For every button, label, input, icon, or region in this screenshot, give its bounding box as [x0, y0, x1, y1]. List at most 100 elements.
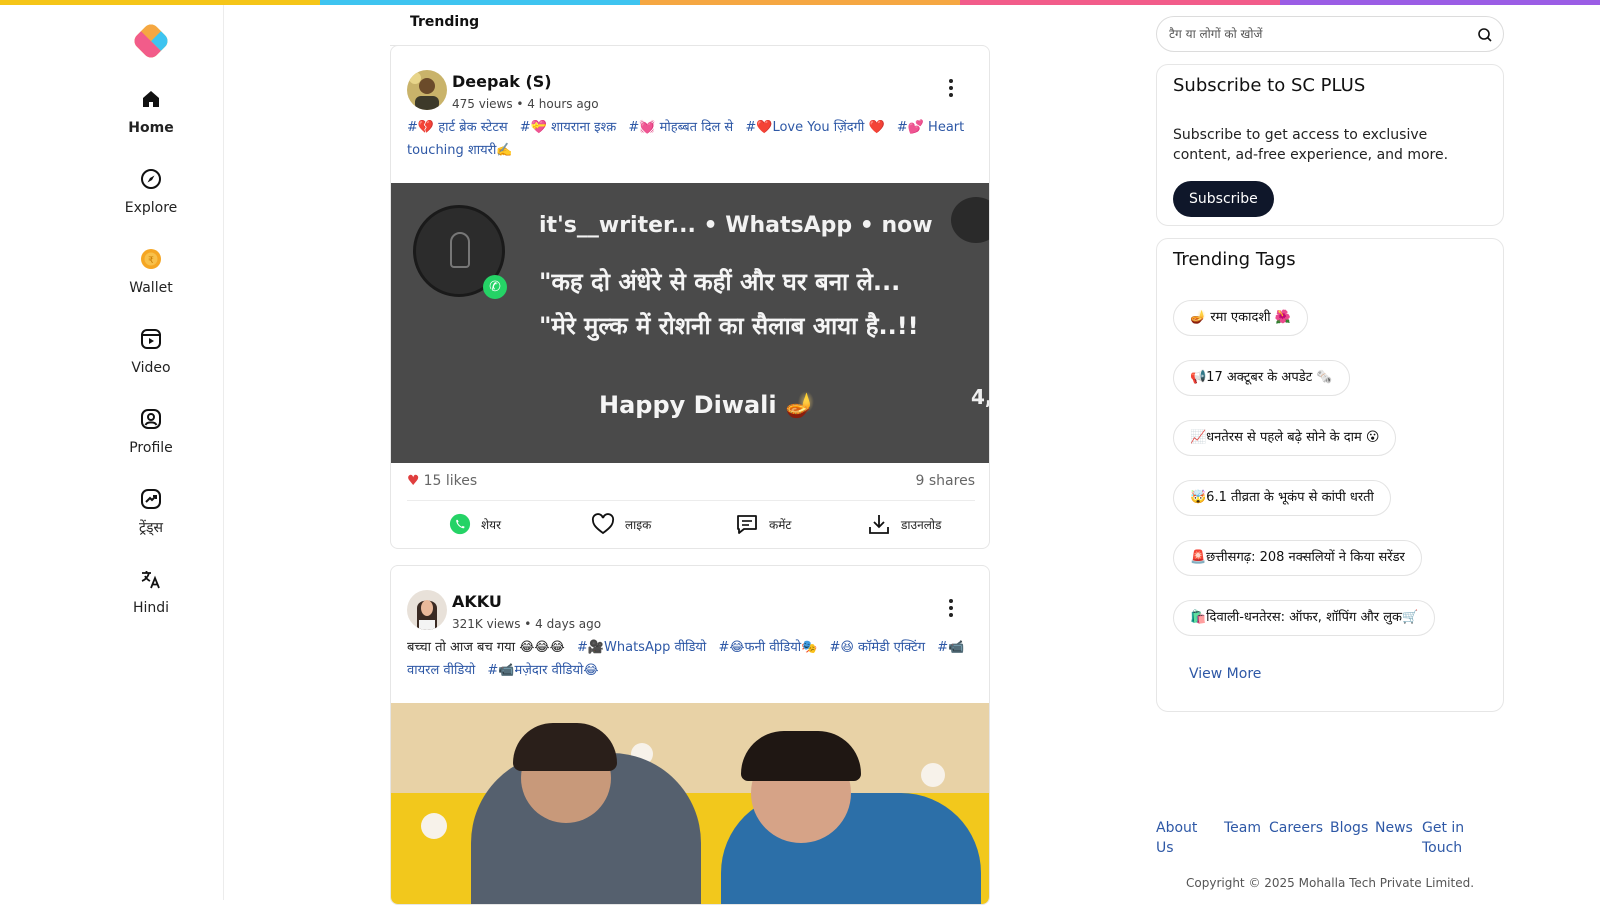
- girl-hair: [741, 731, 861, 781]
- like-button[interactable]: लाइक: [591, 512, 651, 536]
- nav-trends[interactable]: ट्रेंड्स: [100, 487, 202, 537]
- nav-wallet[interactable]: ₹ Wallet: [100, 247, 202, 296]
- post-card: AKKU 321K views • 4 days ago बच्चा तो आज…: [390, 565, 990, 905]
- footer-link-blogs[interactable]: Blogs: [1330, 818, 1368, 838]
- comment-label: कमेंट: [769, 517, 792, 532]
- home-icon: [139, 87, 163, 111]
- hashtag-link[interactable]: #🎥WhatsApp वीडियो: [577, 640, 706, 655]
- nav-trends-label: ट्रेंड्स: [138, 520, 163, 536]
- image-header-text: it's__writer... • WhatsApp • now: [539, 213, 933, 238]
- svg-text:₹: ₹: [148, 256, 154, 266]
- footer-link-team[interactable]: Team: [1224, 818, 1261, 838]
- avatar[interactable]: [407, 70, 447, 110]
- comment-button[interactable]: कमेंट: [735, 512, 791, 536]
- coin-icon: ₹: [139, 247, 163, 271]
- flower-print: [421, 813, 447, 839]
- footer-link-contact[interactable]: Get in Touch: [1422, 818, 1474, 858]
- search-icon[interactable]: [1477, 27, 1493, 47]
- like-label: लाइक: [625, 517, 652, 532]
- nav-wallet-label: Wallet: [129, 280, 173, 296]
- post-header: AKKU 321K views • 4 days ago: [391, 566, 989, 638]
- nav-video-label: Video: [131, 360, 171, 376]
- heart-icon: ♥: [407, 473, 420, 489]
- footer-link-careers[interactable]: Careers: [1269, 818, 1323, 838]
- download-icon: [869, 515, 889, 534]
- comment-icon: [737, 515, 757, 534]
- download-button[interactable]: डाउनलोड: [867, 512, 941, 536]
- post-actions: शेयर लाइक कमेंट डाउनलोड: [391, 502, 989, 546]
- subscribe-description: Subscribe to get access to exclusive con…: [1173, 127, 1449, 163]
- stripe-pink: [960, 0, 1280, 5]
- share-button[interactable]: शेयर: [449, 512, 501, 536]
- trending-tag-chip[interactable]: 🛍️दिवाली-धनतेरस: ऑफर, शॉपिंग और लुक🛒: [1173, 600, 1436, 636]
- post-author[interactable]: Deepak (S): [452, 72, 552, 91]
- trending-tag-chip[interactable]: 📢17 अक्टूबर के अपडेट 🗞️: [1173, 360, 1350, 396]
- hashtag-link[interactable]: #💝 शायराना इश्क़: [520, 120, 616, 135]
- image-greeting: Happy Diwali 🪔: [599, 391, 815, 419]
- post-card: Deepak (S) 475 views • 4 hours ago #💔 हा…: [390, 45, 990, 549]
- shares-count: 9 shares: [915, 473, 975, 489]
- hashtag-link[interactable]: #😆 कॉमेडी एक्टिंग: [829, 640, 925, 655]
- hashtag-link[interactable]: #❤️Love You ज़िंदगी ❤️: [745, 120, 884, 135]
- more-options-icon[interactable]: [943, 76, 959, 100]
- heart-outline-icon: [591, 513, 615, 535]
- silhouette: [450, 232, 470, 268]
- hashtag-link[interactable]: #📹मज़ेदार वीडियो😂: [487, 663, 598, 678]
- post-caption: बच्चा तो आज बच गया 😂😂😂: [407, 640, 565, 655]
- nav-language-label: Hindi: [132, 600, 170, 616]
- trending-tags-panel: Trending Tags 🪔 रमा एकादशी 🌺 📢17 अक्टूबर…: [1156, 238, 1504, 712]
- nav-home[interactable]: Home: [100, 87, 202, 136]
- trending-tags-title: Trending Tags: [1173, 249, 1296, 270]
- post-tags: बच्चा तो आज बच गया 😂😂😂 #🎥WhatsApp वीडियो…: [391, 632, 989, 696]
- pillow: [391, 703, 989, 793]
- nav-profile[interactable]: Profile: [100, 407, 202, 456]
- nav-profile-label: Profile: [129, 440, 173, 456]
- copyright: Copyright © 2025 Mohalla Tech Private Li…: [1186, 876, 1475, 890]
- hashtag-link[interactable]: #😂फनी वीडियो🎭: [718, 640, 817, 655]
- image-quote-line-2: "मेरे मुल्क में रोशनी का सैलाब आया है..!…: [539, 312, 919, 340]
- hashtag-link[interactable]: #💔 हार्ट ब्रेक स्टेटस: [407, 120, 508, 135]
- post-stats: ♥ 15 likes 9 shares: [407, 463, 975, 501]
- more-options-icon[interactable]: [943, 596, 959, 620]
- download-label: डाउनलोड: [901, 517, 942, 532]
- trending-tag-chip[interactable]: 📈धनतेरस से पहले बढ़े सोने के दाम 😮: [1173, 420, 1397, 456]
- nav-explore[interactable]: Explore: [100, 167, 202, 216]
- subscribe-title: Subscribe to SC PLUS: [1173, 75, 1366, 96]
- video-icon: [139, 327, 163, 351]
- image-side-text: 4,: [971, 385, 989, 409]
- nav-language[interactable]: Hindi: [100, 567, 202, 616]
- post-meta: 321K views • 4 days ago: [452, 617, 602, 631]
- brand-stripe: [0, 0, 1600, 5]
- share-label: शेयर: [481, 517, 502, 532]
- trending-tag-chip[interactable]: 🪔 रमा एकादशी 🌺: [1173, 300, 1308, 336]
- compass-icon: [139, 167, 163, 191]
- post-header: Deepak (S) 475 views • 4 hours ago: [391, 46, 989, 118]
- avatar[interactable]: [407, 590, 447, 630]
- search-box: [1156, 16, 1504, 52]
- trending-tag-chip[interactable]: 🤯6.1 तीव्रता के भूकंप से कांपी धरती: [1173, 480, 1391, 516]
- view-more-link[interactable]: View More: [1189, 666, 1261, 682]
- footer-link-news[interactable]: News: [1375, 818, 1413, 838]
- trending-tag-chip[interactable]: 🚨छत्तीसगढ़: 208 नक्सलियों ने किया सरेंडर: [1173, 540, 1422, 576]
- sidebar: Home Explore ₹ Wallet Video Profile ट्रे…: [0, 5, 224, 900]
- tab-trending-label: Trending: [410, 14, 480, 30]
- stripe-orange: [640, 0, 960, 5]
- nav-home-label: Home: [128, 120, 174, 136]
- post-image[interactable]: ✆ it's__writer... • WhatsApp • now "कह द…: [391, 183, 989, 463]
- tab-trending[interactable]: Trending: [390, 8, 500, 46]
- post-video-thumbnail[interactable]: [391, 703, 989, 904]
- trend-badge-icon: [951, 197, 989, 243]
- sharechat-logo[interactable]: [129, 19, 173, 63]
- image-quote-line-1: "कह दो अंधेरे से कहीं और घर बना ले...: [539, 268, 901, 296]
- search-input[interactable]: [1169, 23, 1469, 45]
- likes-label: 15 likes: [423, 473, 478, 489]
- footer-link-about[interactable]: About Us: [1156, 818, 1208, 858]
- subscribe-panel: Subscribe to SC PLUS Subscribe to get ac…: [1156, 64, 1504, 226]
- subscribe-button[interactable]: Subscribe: [1173, 181, 1274, 217]
- stripe-purple: [1280, 0, 1600, 5]
- post-author[interactable]: AKKU: [452, 592, 502, 611]
- profile-icon: [139, 407, 163, 431]
- nav-video[interactable]: Video: [100, 327, 202, 376]
- hashtag-link[interactable]: #💓 मोहब्बत दिल से: [628, 120, 733, 135]
- whatsapp-icon: [449, 513, 471, 535]
